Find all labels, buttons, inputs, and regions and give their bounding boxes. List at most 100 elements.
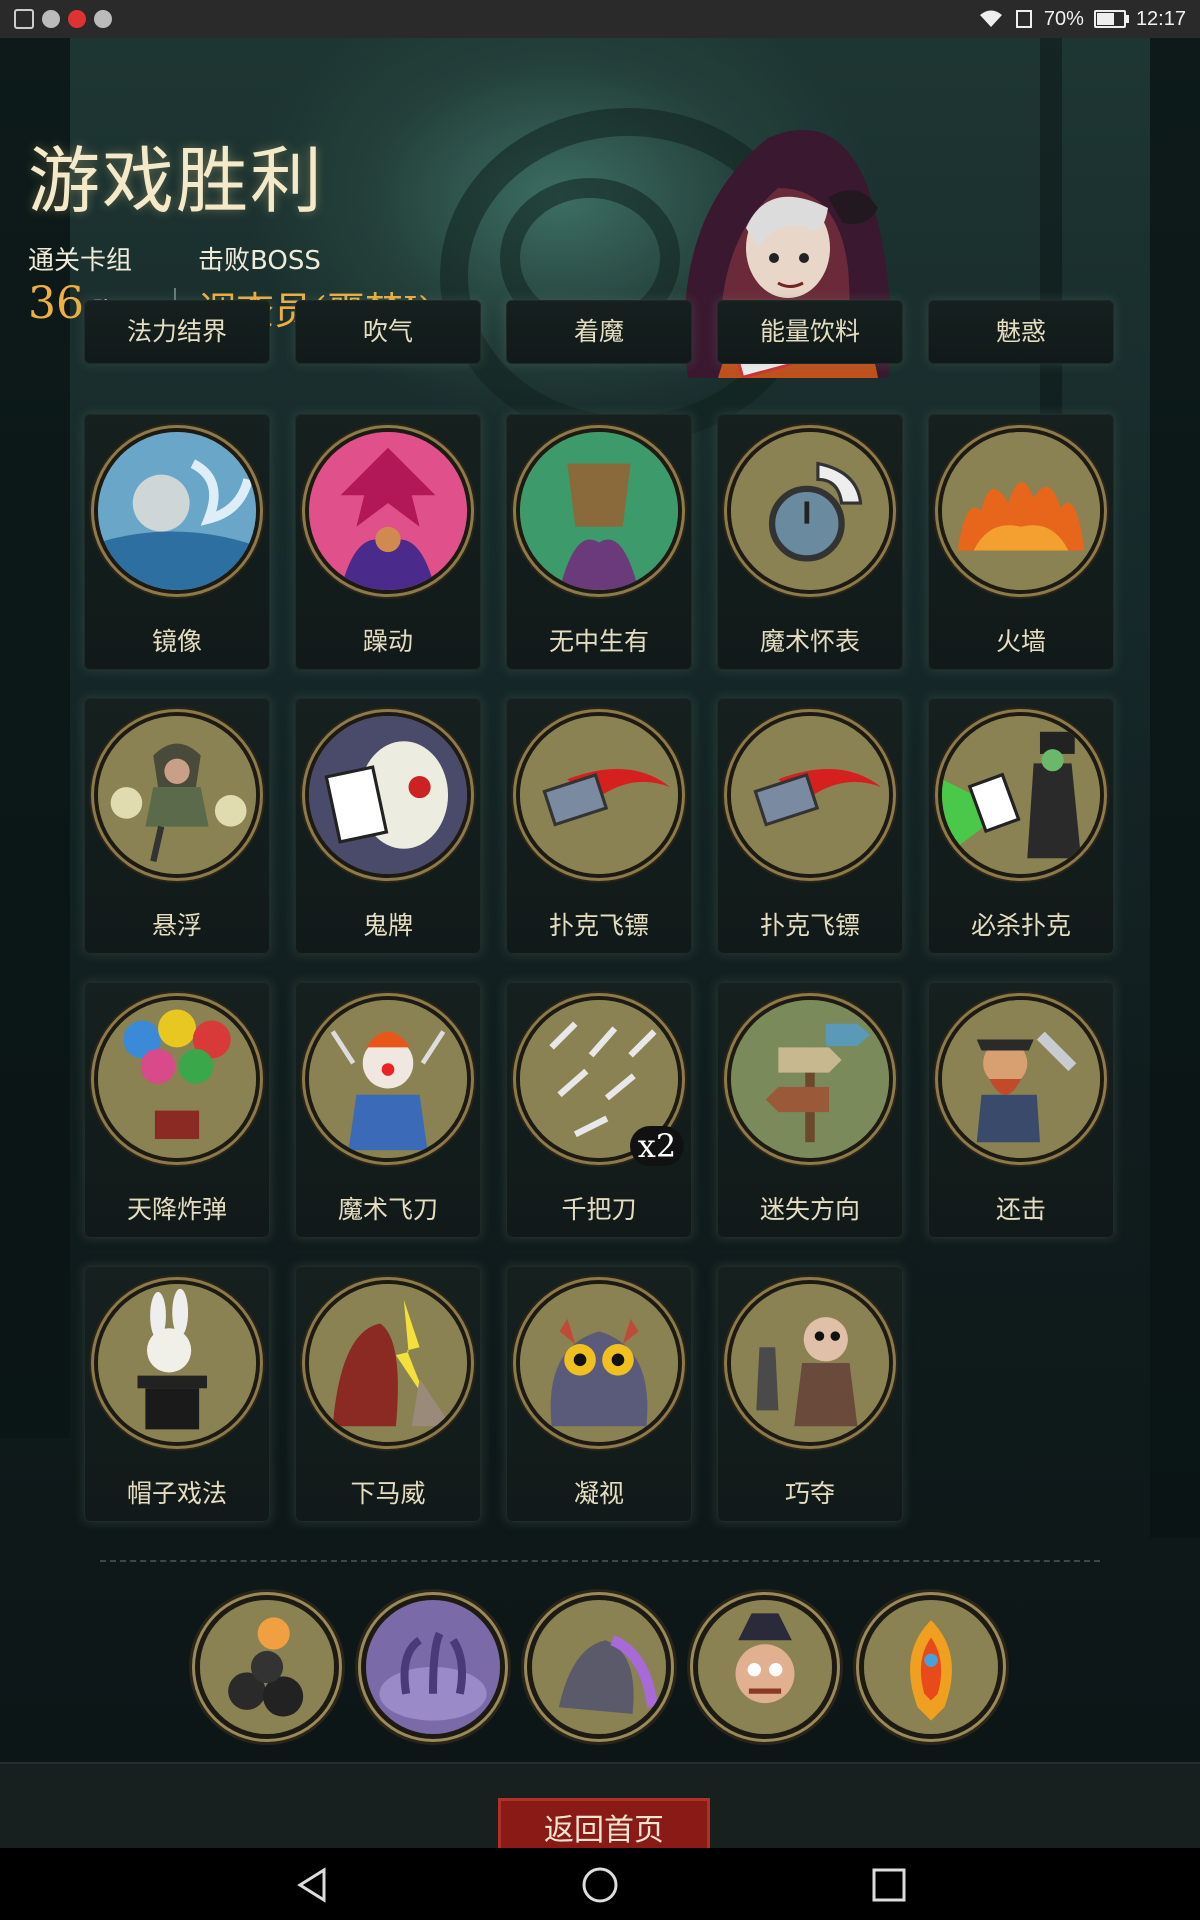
frenzy-icon <box>309 432 467 590</box>
card-name: 着魔 <box>573 317 624 346</box>
victory-header: 游戏胜利 通关卡组 36 张 击败BOSS 调查员(噩梦I) <box>0 38 1200 378</box>
mirror-moon-icon <box>98 432 256 590</box>
weibo-icon <box>68 10 86 28</box>
card-name: 火墙 <box>995 627 1046 656</box>
card-name: 镜像 <box>151 627 202 656</box>
card-mirror[interactable]: 镜像 <box>84 414 270 670</box>
joker-skull-icon <box>309 716 467 874</box>
card-name: 扑克飞镖 <box>759 911 860 940</box>
card-pocket-watch[interactable]: 魔术怀表 <box>717 414 903 670</box>
card-pickpocket[interactable]: 巧夺 <box>717 1266 903 1522</box>
counter-attack-icon <box>942 1000 1100 1158</box>
relic-phoenix-feather[interactable] <box>864 1600 998 1734</box>
crazed-man-icon <box>698 1600 832 1734</box>
back-icon[interactable] <box>294 1866 332 1904</box>
section-divider <box>100 1560 1100 1562</box>
card-name: 天降炸弹 <box>126 1195 227 1224</box>
boss-label: 击败BOSS <box>198 246 321 276</box>
card-frenzy[interactable]: 躁动 <box>295 414 481 670</box>
pocket-watch-icon <box>731 432 889 590</box>
relic-tentacle-portal[interactable] <box>366 1600 500 1734</box>
card-name: 必杀扑克 <box>970 911 1071 940</box>
card-name: 法力结界 <box>126 317 227 346</box>
phoenix-feather-icon <box>864 1600 998 1734</box>
status-bar: 70% 12:17 <box>0 0 1200 38</box>
card-card-dart[interactable]: 扑克飞镖 <box>506 698 692 954</box>
card-dart-icon <box>731 716 889 874</box>
card-killer-poker[interactable]: 必杀扑克 <box>928 698 1114 954</box>
system-navigation-bar <box>0 1848 1200 1920</box>
card-dart-icon <box>520 716 678 874</box>
card-name: 无中生有 <box>548 627 649 656</box>
card-name: 躁动 <box>362 627 413 656</box>
card-name: 巧夺 <box>784 1479 835 1508</box>
card-card-dart[interactable]: 扑克飞镖 <box>717 698 903 954</box>
card-fire-wall[interactable]: 火墙 <box>928 414 1114 670</box>
card-name: 悬浮 <box>151 911 202 940</box>
card-name: 魔术怀表 <box>759 627 860 656</box>
sim-card-icon <box>1015 10 1032 28</box>
status-notification-icons <box>14 9 112 29</box>
deck-count: 36 <box>28 278 84 329</box>
card-name: 凝视 <box>573 1479 624 1508</box>
card-joker[interactable]: 鬼牌 <box>295 698 481 954</box>
battery-icon <box>1093 10 1129 28</box>
clown-knife-icon <box>309 1000 467 1158</box>
card-rabbit-hat[interactable]: 帽子戏法 <box>84 1266 270 1522</box>
bomb-cluster-icon <box>200 1600 334 1734</box>
card-thousand-knives[interactable]: 千把刀 x2 <box>506 982 692 1238</box>
card-grid: 法力结界 吹气 着魔 能量饮料 魅惑 镜像 躁动 无中生有 魔术怀表 火墙 悬浮… <box>84 300 1114 1522</box>
page-title: 游戏胜利 <box>28 139 325 223</box>
recent-apps-icon[interactable] <box>870 1866 908 1904</box>
card-name: 迷失方向 <box>759 1195 860 1224</box>
card-name: 下马威 <box>350 1479 426 1508</box>
beast-strike-icon <box>309 1284 467 1442</box>
dark-knight-icon <box>532 1600 666 1734</box>
home-icon[interactable] <box>581 1866 619 1904</box>
card-balloon-bomb[interactable]: 天降炸弹 <box>84 982 270 1238</box>
card-signpost[interactable]: 迷失方向 <box>717 982 903 1238</box>
killer-poker-icon <box>942 716 1100 874</box>
card-partial[interactable]: 魅惑 <box>928 300 1114 364</box>
card-name: 能量饮料 <box>759 317 860 346</box>
card-counter-attack[interactable]: 还击 <box>928 982 1114 1238</box>
something-from-nothing-icon <box>520 432 678 590</box>
signpost-icon <box>731 1000 889 1158</box>
battery-percent: 70% <box>1043 7 1084 30</box>
fire-wall-icon <box>942 432 1100 590</box>
notification-icon <box>94 10 112 28</box>
card-clown-knife[interactable]: 魔术飞刀 <box>295 982 481 1238</box>
gallery-icon <box>14 9 34 29</box>
return-home-button[interactable]: 返回首页 <box>498 1798 710 1854</box>
card-partial[interactable]: 着魔 <box>506 300 692 364</box>
pickpocket-icon <box>731 1284 889 1442</box>
balloon-bomb-icon <box>98 1000 256 1158</box>
card-partial[interactable]: 吹气 <box>295 300 481 364</box>
rabbit-hat-icon <box>98 1284 256 1442</box>
card-name: 魔术飞刀 <box>337 1195 438 1224</box>
notification-icon <box>42 10 60 28</box>
card-name: 帽子戏法 <box>126 1479 227 1508</box>
tentacle-portal-icon <box>366 1600 500 1734</box>
levitate-icon <box>98 716 256 874</box>
card-levitate[interactable]: 悬浮 <box>84 698 270 954</box>
card-name: 鬼牌 <box>362 911 413 940</box>
card-name: 扑克飞镖 <box>548 911 649 940</box>
owl-gaze-icon <box>520 1284 678 1442</box>
card-name: 千把刀 <box>561 1195 637 1224</box>
card-partial[interactable]: 法力结界 <box>84 300 270 364</box>
wifi-icon <box>979 10 1002 27</box>
card-beast-strike[interactable]: 下马威 <box>295 1266 481 1522</box>
card-name: 还击 <box>995 1195 1046 1224</box>
clock: 12:17 <box>1135 7 1186 30</box>
card-count-badge: x2 <box>630 1126 684 1166</box>
card-owl-gaze[interactable]: 凝视 <box>506 1266 692 1522</box>
relic-dark-knight[interactable] <box>532 1600 666 1734</box>
deck-label: 通关卡组 <box>28 246 133 276</box>
card-something-from-nothing[interactable]: 无中生有 <box>506 414 692 670</box>
relic-crazed-man[interactable] <box>698 1600 832 1734</box>
relic-bomb-cluster[interactable] <box>200 1600 334 1734</box>
card-name: 魅惑 <box>995 317 1046 346</box>
card-name: 吹气 <box>362 317 413 346</box>
card-partial[interactable]: 能量饮料 <box>717 300 903 364</box>
